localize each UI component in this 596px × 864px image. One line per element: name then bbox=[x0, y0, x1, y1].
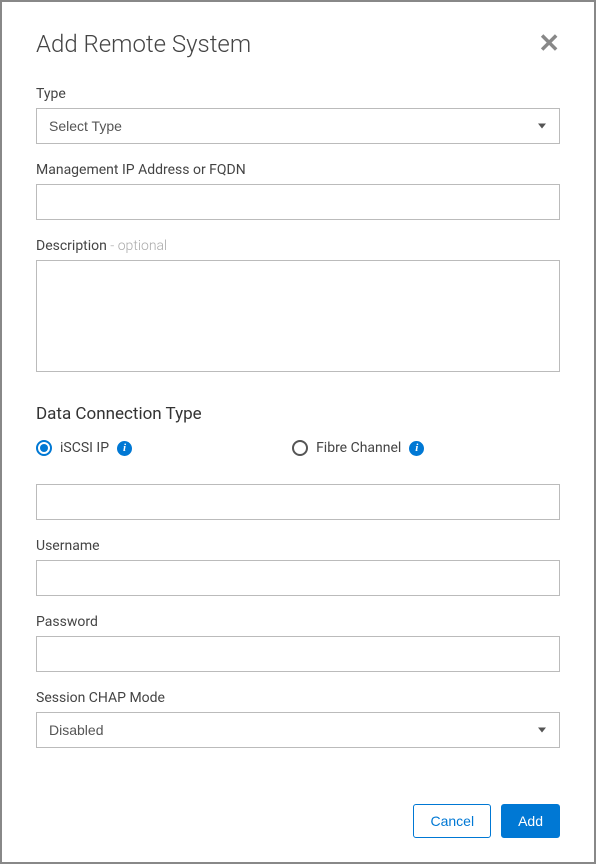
password-group: Password bbox=[36, 614, 560, 672]
data-connection-radio-group: iSCSI IP i Fibre Channel i bbox=[36, 440, 560, 456]
session-chap-select[interactable]: Disabled bbox=[36, 712, 560, 748]
radio-iscsi-ip[interactable]: iSCSI IP i bbox=[36, 440, 132, 456]
radio-icon-checked bbox=[36, 440, 52, 456]
password-input[interactable] bbox=[36, 636, 560, 672]
session-chap-select-wrap: Disabled bbox=[36, 712, 560, 748]
add-button[interactable]: Add bbox=[501, 804, 560, 838]
description-input[interactable] bbox=[36, 260, 560, 372]
cancel-button[interactable]: Cancel bbox=[413, 804, 491, 838]
description-label: Description - optional bbox=[36, 238, 560, 254]
data-connection-section-title: Data Connection Type bbox=[36, 404, 560, 424]
connection-address-input[interactable] bbox=[36, 484, 560, 520]
radio-dot bbox=[40, 444, 48, 452]
close-icon: ✕ bbox=[538, 28, 560, 58]
username-group: Username bbox=[36, 538, 560, 596]
type-label: Type bbox=[36, 86, 560, 102]
dialog-title: Add Remote System bbox=[36, 30, 251, 58]
username-label: Username bbox=[36, 538, 560, 554]
radio-fibre-channel[interactable]: Fibre Channel i bbox=[292, 440, 424, 456]
management-ip-label: Management IP Address or FQDN bbox=[36, 162, 560, 178]
radio-fibre-label: Fibre Channel bbox=[316, 440, 401, 456]
description-label-text: Description bbox=[36, 238, 107, 254]
dialog-footer: Cancel Add bbox=[36, 792, 560, 838]
session-chap-label: Session CHAP Mode bbox=[36, 690, 560, 706]
radio-icon-unchecked bbox=[292, 440, 308, 456]
add-remote-system-dialog: Add Remote System ✕ Type Select Type Man… bbox=[0, 0, 596, 864]
radio-iscsi-label: iSCSI IP bbox=[60, 440, 109, 456]
type-group: Type Select Type bbox=[36, 86, 560, 144]
description-group: Description - optional bbox=[36, 238, 560, 376]
management-ip-input[interactable] bbox=[36, 184, 560, 220]
password-label: Password bbox=[36, 614, 560, 630]
close-button[interactable]: ✕ bbox=[538, 30, 560, 56]
type-select[interactable]: Select Type bbox=[36, 108, 560, 144]
description-optional-suffix: - optional bbox=[107, 238, 167, 254]
username-input[interactable] bbox=[36, 560, 560, 596]
connection-address-group bbox=[36, 484, 560, 520]
management-ip-group: Management IP Address or FQDN bbox=[36, 162, 560, 220]
info-icon[interactable]: i bbox=[117, 441, 132, 456]
type-select-wrap: Select Type bbox=[36, 108, 560, 144]
dialog-header: Add Remote System ✕ bbox=[36, 30, 560, 58]
session-chap-group: Session CHAP Mode Disabled bbox=[36, 690, 560, 748]
info-icon[interactable]: i bbox=[409, 441, 424, 456]
